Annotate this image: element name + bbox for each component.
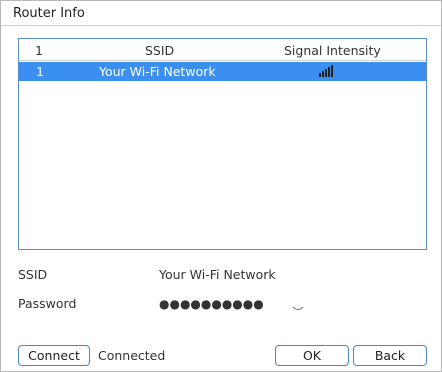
back-button[interactable]: Back [353,345,427,366]
wifi-network-list[interactable]: 1 SSID Signal Intensity 1 Your Wi-Fi Net… [18,38,427,250]
header-signal-intensity[interactable]: Signal Intensity [284,43,381,58]
router-info-dialog: Router Info 1 SSID Signal Intensity 1 Yo… [0,0,442,372]
row-ssid: Your Wi-Fi Network [99,64,216,79]
ssid-label: SSID [18,267,48,282]
list-header: 1 SSID Signal Intensity [19,39,426,61]
eye-closed-icon[interactable] [292,297,304,310]
ssid-value: Your Wi-Fi Network [159,267,276,282]
list-row[interactable]: 1 Your Wi-Fi Network [19,62,426,81]
password-field[interactable]: ●●●●●●●●●● [159,297,264,311]
password-label: Password [18,296,77,311]
header-index: 1 [35,43,43,58]
ok-button[interactable]: OK [275,345,349,366]
dialog-title: Router Info [13,6,85,21]
signal-strength-icon [319,65,333,77]
row-index: 1 [36,64,44,79]
title-bar: Router Info [1,1,441,26]
header-ssid[interactable]: SSID [145,43,174,58]
connect-button[interactable]: Connect [18,345,90,366]
connection-status: Connected [98,348,166,363]
